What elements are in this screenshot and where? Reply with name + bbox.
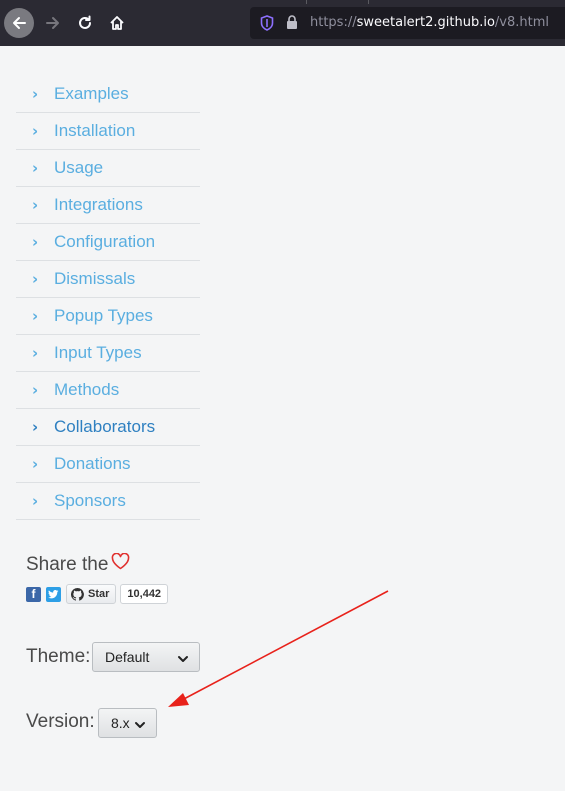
annotation-arrow bbox=[168, 590, 389, 707]
